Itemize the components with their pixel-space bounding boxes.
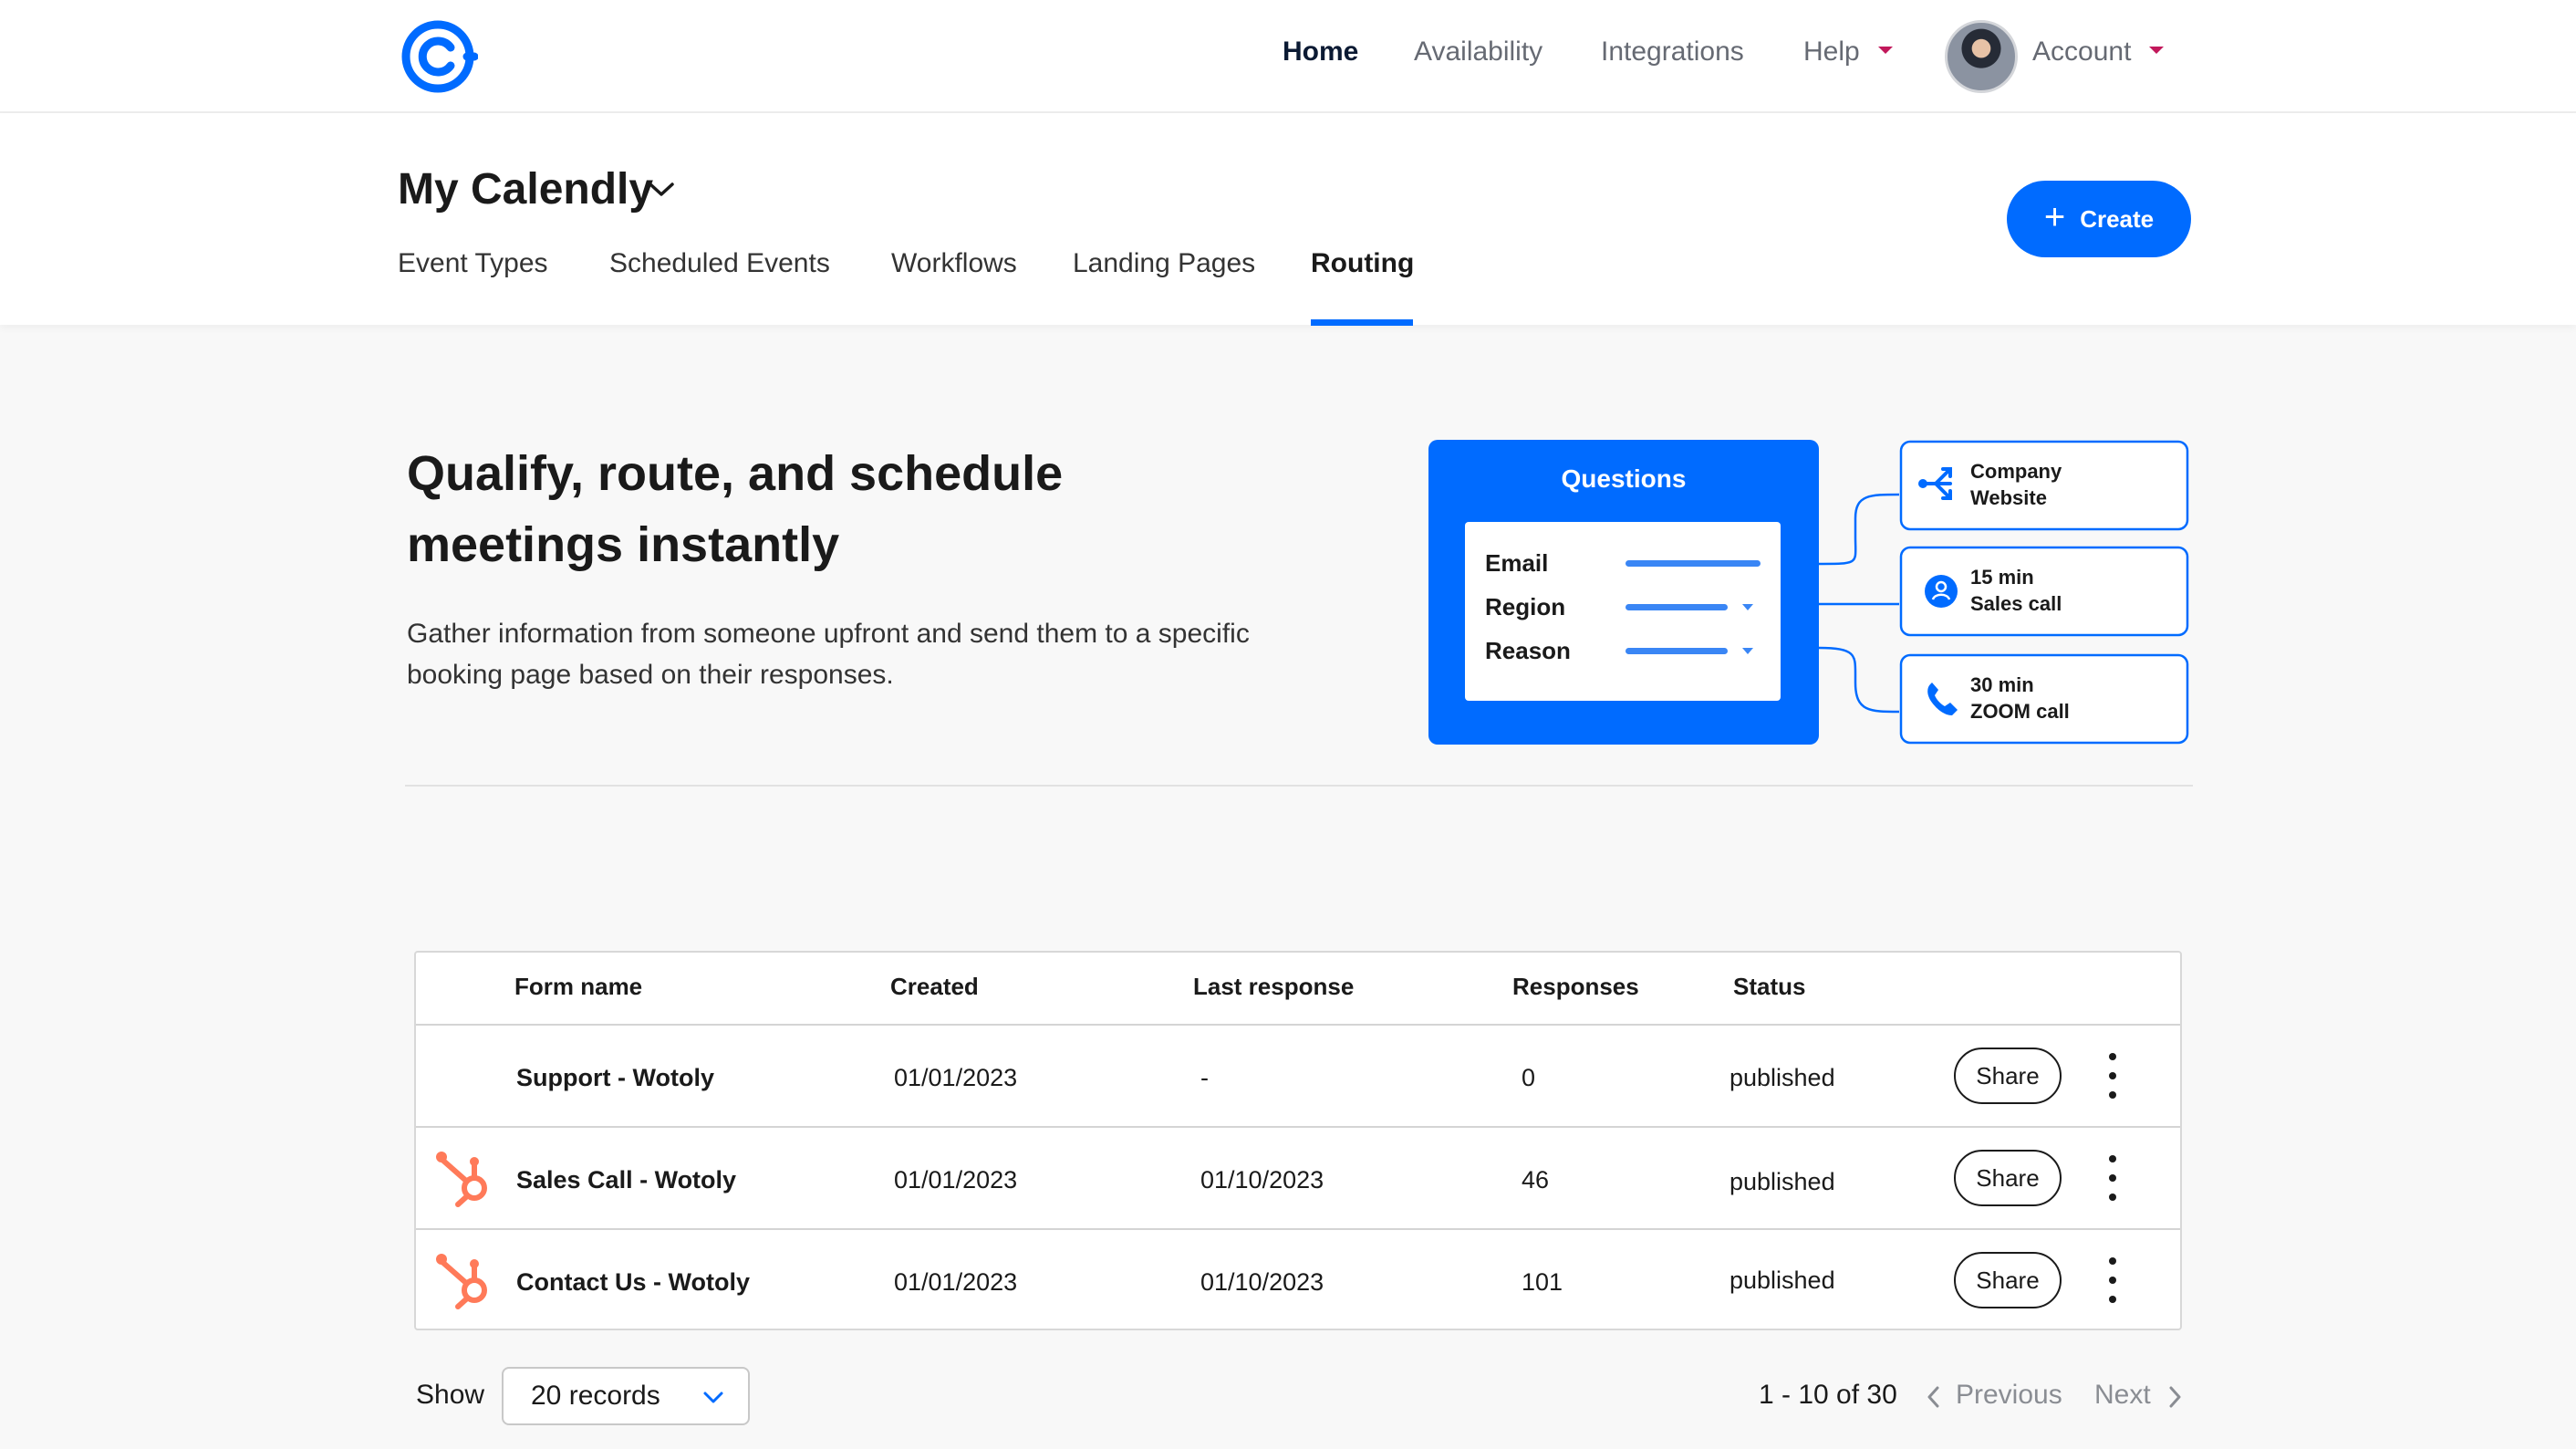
created-date: 01/01/2023 bbox=[894, 1166, 1018, 1194]
hero-description: Gather information from someone upfront … bbox=[407, 613, 1374, 695]
chevron-left-icon bbox=[1927, 1386, 1939, 1408]
form-name[interactable]: Support - Wotoly bbox=[516, 1064, 714, 1092]
tab-routing[interactable]: Routing bbox=[1311, 248, 1414, 279]
hubspot-icon bbox=[436, 1254, 487, 1309]
routing-illustration: Questions Email Region Reason Company We… bbox=[1428, 440, 2189, 745]
share-button[interactable]: Share bbox=[1954, 1150, 2062, 1206]
tab-landing-pages[interactable]: Landing Pages bbox=[1073, 248, 1255, 279]
destination-title: Company bbox=[1970, 460, 2062, 483]
field-line bbox=[1626, 604, 1728, 610]
form-name[interactable]: Sales Call - Wotoly bbox=[516, 1166, 736, 1194]
more-options-icon[interactable] bbox=[2102, 1053, 2124, 1099]
more-options-icon[interactable] bbox=[2102, 1257, 2124, 1303]
status-badge: published bbox=[1729, 1064, 1835, 1091]
connector-line bbox=[1818, 493, 1900, 566]
last-response: 01/10/2023 bbox=[1200, 1268, 1324, 1296]
routing-forms-table: Form name Created Last response Response… bbox=[414, 951, 2182, 1330]
connector-line bbox=[1818, 646, 1900, 714]
section-divider bbox=[405, 785, 2193, 787]
destination-title: 30 min bbox=[1970, 673, 2034, 696]
next-page-button[interactable]: Next bbox=[2094, 1380, 2182, 1411]
field-line bbox=[1626, 560, 1761, 567]
hero-description-line: booking page based on their responses. bbox=[407, 660, 894, 690]
account-caret-icon bbox=[2149, 47, 2165, 55]
table-row[interactable]: Contact Us - Wotoly 01/01/2023 01/10/202… bbox=[416, 1228, 2180, 1330]
share-button[interactable]: Share bbox=[1954, 1252, 2062, 1308]
nav-account[interactable]: Account bbox=[2032, 36, 2165, 68]
page-header: My Calendly Event Types Scheduled Events… bbox=[0, 113, 2576, 326]
responses-count: 101 bbox=[1522, 1268, 1563, 1296]
column-header-responses[interactable]: Responses bbox=[1512, 973, 1639, 1001]
next-label: Next bbox=[2094, 1380, 2151, 1410]
chevron-down-icon bbox=[703, 1392, 723, 1403]
hero-title-line: Qualify, route, and schedule bbox=[407, 446, 1064, 501]
hero-title-line: meetings instantly bbox=[407, 517, 840, 572]
destination-subtitle: Sales call bbox=[1970, 592, 2062, 615]
records-select-value: 20 records bbox=[531, 1381, 660, 1411]
destination-subtitle: ZOOM call bbox=[1970, 700, 2070, 723]
avatar[interactable] bbox=[1945, 20, 2018, 93]
calendly-logo-icon[interactable] bbox=[401, 20, 478, 93]
status-badge: published bbox=[1729, 1168, 1835, 1195]
column-header-created[interactable]: Created bbox=[890, 973, 979, 1001]
previous-page-button[interactable]: Previous bbox=[1927, 1380, 2062, 1411]
last-response: 01/10/2023 bbox=[1200, 1166, 1324, 1194]
hero-title: Qualify, route, and schedule meetings in… bbox=[407, 438, 1228, 580]
created-date: 01/01/2023 bbox=[894, 1064, 1018, 1091]
create-button[interactable]: + Create bbox=[2007, 181, 2191, 257]
nav-help-label: Help bbox=[1803, 36, 1860, 67]
page-title[interactable]: My Calendly bbox=[398, 164, 653, 214]
nav-help[interactable]: Help bbox=[1803, 36, 1893, 68]
hero-description-line: Gather information from someone upfront … bbox=[407, 619, 1250, 649]
status-badge: published bbox=[1729, 1267, 1835, 1294]
more-options-icon[interactable] bbox=[2102, 1155, 2124, 1201]
previous-label: Previous bbox=[1956, 1380, 2062, 1410]
user-icon bbox=[1925, 575, 1958, 608]
nav-account-label: Account bbox=[2032, 36, 2132, 67]
page-range: 1 - 10 of 30 bbox=[1759, 1380, 1897, 1410]
questions-title: Questions bbox=[1562, 464, 1687, 493]
destination-title: 15 min bbox=[1970, 566, 2034, 589]
tab-workflows[interactable]: Workflows bbox=[891, 248, 1017, 279]
tab-scheduled-events[interactable]: Scheduled Events bbox=[609, 248, 830, 279]
destination-card bbox=[1899, 653, 2189, 745]
help-caret-icon bbox=[1877, 47, 1893, 55]
table-row[interactable]: Sales Call - Wotoly 01/01/2023 01/10/202… bbox=[416, 1126, 2180, 1228]
plus-icon: + bbox=[2043, 197, 2066, 237]
table-row[interactable]: Support - Wotoly 01/01/2023 - 0 publishe… bbox=[416, 1024, 2180, 1126]
destination-subtitle: Website bbox=[1970, 486, 2047, 509]
active-tab-indicator bbox=[1311, 319, 1413, 326]
column-header-status[interactable]: Status bbox=[1733, 973, 1805, 1001]
tab-event-types[interactable]: Event Types bbox=[398, 248, 548, 279]
last-response: - bbox=[1200, 1064, 1209, 1091]
form-name[interactable]: Contact Us - Wotoly bbox=[516, 1268, 750, 1297]
responses-count: 46 bbox=[1522, 1166, 1550, 1194]
question-field-label: Region bbox=[1485, 593, 1565, 620]
column-header-last-response[interactable]: Last response bbox=[1193, 973, 1354, 1001]
field-line bbox=[1626, 648, 1728, 654]
question-field-label: Email bbox=[1485, 549, 1548, 577]
nav-home[interactable]: Home bbox=[1283, 36, 1358, 68]
question-field-label: Reason bbox=[1485, 637, 1571, 664]
chevron-down-icon[interactable] bbox=[648, 181, 675, 199]
show-label: Show bbox=[416, 1380, 485, 1410]
hubspot-icon bbox=[436, 1152, 487, 1207]
share-button[interactable]: Share bbox=[1954, 1048, 2062, 1104]
nav-availability[interactable]: Availability bbox=[1414, 36, 1542, 68]
created-date: 01/01/2023 bbox=[894, 1268, 1018, 1296]
column-header-form-name[interactable]: Form name bbox=[514, 973, 642, 1001]
create-button-label: Create bbox=[2080, 204, 2155, 233]
nav-integrations[interactable]: Integrations bbox=[1601, 36, 1744, 68]
top-nav-bar: Home Availability Integrations Help Acco… bbox=[0, 0, 2576, 113]
responses-count: 0 bbox=[1522, 1064, 1536, 1091]
records-per-page-select[interactable]: 20 records bbox=[502, 1367, 750, 1425]
chevron-right-icon bbox=[2169, 1386, 2181, 1408]
